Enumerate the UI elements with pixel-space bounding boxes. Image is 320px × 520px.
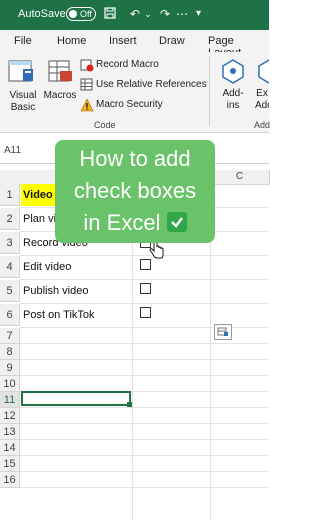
gridline <box>20 407 269 408</box>
macro-security-button[interactable]: Macro Security <box>96 99 163 110</box>
autosave-label: AutoSave <box>18 8 66 20</box>
macros-label[interactable]: Macros <box>42 90 78 102</box>
row-header[interactable]: 12 <box>0 408 20 424</box>
row-header[interactable]: 4 <box>0 256 20 278</box>
tab-home[interactable]: Home <box>57 35 86 47</box>
toggle-state: Off <box>80 9 92 19</box>
ribbon-tabs: File Home Insert Draw Page Layout <box>0 30 269 59</box>
checkbox[interactable] <box>140 283 151 294</box>
checkbox[interactable] <box>140 259 151 270</box>
check-mark-icon <box>166 212 187 233</box>
relative-references-icon[interactable] <box>80 78 94 92</box>
group-divider <box>209 56 210 126</box>
record-macro-button[interactable]: Record Macro <box>96 59 159 70</box>
row-header[interactable]: 8 <box>0 344 20 360</box>
quick-analysis-icon[interactable] <box>214 324 232 340</box>
add-ins-label[interactable]: Add- ins <box>215 88 251 112</box>
selected-cell-a11[interactable] <box>21 391 131 406</box>
tab-file[interactable]: File <box>14 35 32 47</box>
checkbox[interactable] <box>140 307 151 318</box>
cell-a1[interactable]: Video <box>23 184 53 206</box>
warning-icon[interactable] <box>80 98 94 112</box>
row-header[interactable]: 2 <box>0 208 20 230</box>
gridline <box>20 455 269 456</box>
tab-insert[interactable]: Insert <box>109 35 137 47</box>
gridline <box>20 471 269 472</box>
redo-icon[interactable]: ↷ <box>160 7 170 21</box>
tab-draw[interactable]: Draw <box>159 35 185 47</box>
caption-line-1: How to add <box>79 146 191 171</box>
customize-icon[interactable]: ▾ <box>196 7 201 21</box>
gridline <box>20 359 269 360</box>
caption-overlay: How to add check boxes in Excel <box>55 140 215 243</box>
row-header[interactable]: 16 <box>0 472 20 488</box>
cell-a5[interactable]: Publish video <box>23 280 88 302</box>
gridline <box>20 439 269 440</box>
row-header[interactable]: 10 <box>0 376 20 392</box>
select-all-corner[interactable] <box>0 170 21 185</box>
caption-line-3: in Excel <box>83 210 161 235</box>
visual-basic-icon[interactable] <box>7 57 37 87</box>
gridline <box>20 343 269 344</box>
add-ins-icon[interactable] <box>219 57 247 85</box>
visual-basic-label[interactable]: Visual Basic <box>3 90 43 114</box>
row-header[interactable]: 15 <box>0 456 20 472</box>
toggle-knob <box>69 10 77 18</box>
fill-handle[interactable] <box>127 402 132 407</box>
row-header-selected[interactable]: 11 <box>0 392 20 408</box>
row-header[interactable]: 9 <box>0 360 20 376</box>
ribbon: Visual Basic Macros Record Macro Use Rel… <box>0 52 271 133</box>
more-icon[interactable]: ⋯ <box>176 7 188 21</box>
row-header[interactable]: 13 <box>0 424 20 440</box>
excel-add-ins-label[interactable]: Ex Add <box>255 88 269 112</box>
excel-add-ins-icon[interactable] <box>255 57 269 85</box>
caption-line-2: check boxes <box>73 178 197 203</box>
record-macro-icon[interactable] <box>80 58 94 72</box>
cell-a6[interactable]: Post on TikTok <box>23 304 95 326</box>
use-relative-references-button[interactable]: Use Relative References <box>96 79 207 90</box>
chevron-down-icon[interactable]: ⌄ <box>144 7 152 21</box>
hand-cursor-icon <box>148 239 166 260</box>
gridline <box>20 423 269 424</box>
row-header[interactable]: 14 <box>0 440 20 456</box>
cell-a2[interactable]: Plan vi <box>23 208 56 230</box>
row-header[interactable]: 1 <box>0 184 20 206</box>
gridline <box>20 375 269 376</box>
save-icon[interactable] <box>104 7 116 22</box>
macros-icon[interactable] <box>46 57 76 87</box>
row-header[interactable]: 7 <box>0 328 20 344</box>
row-header[interactable]: 3 <box>0 232 20 254</box>
undo-icon[interactable]: ↶ <box>130 7 140 21</box>
gridline <box>20 487 269 488</box>
code-group-label: Code <box>94 120 116 130</box>
caption-line-3-wrap: in Excel <box>55 210 215 236</box>
cell-a4[interactable]: Edit video <box>23 256 71 278</box>
autosave-toggle[interactable]: Off <box>66 7 96 21</box>
row-header[interactable]: 6 <box>0 304 20 326</box>
row-header[interactable]: 5 <box>0 280 20 302</box>
add-ins-group-label: Add <box>254 120 271 130</box>
column-header-c[interactable]: C <box>210 170 270 185</box>
title-bar: AutoSave Off ↶ ⌄ ↷ ⋯ ▾ <box>0 0 269 30</box>
